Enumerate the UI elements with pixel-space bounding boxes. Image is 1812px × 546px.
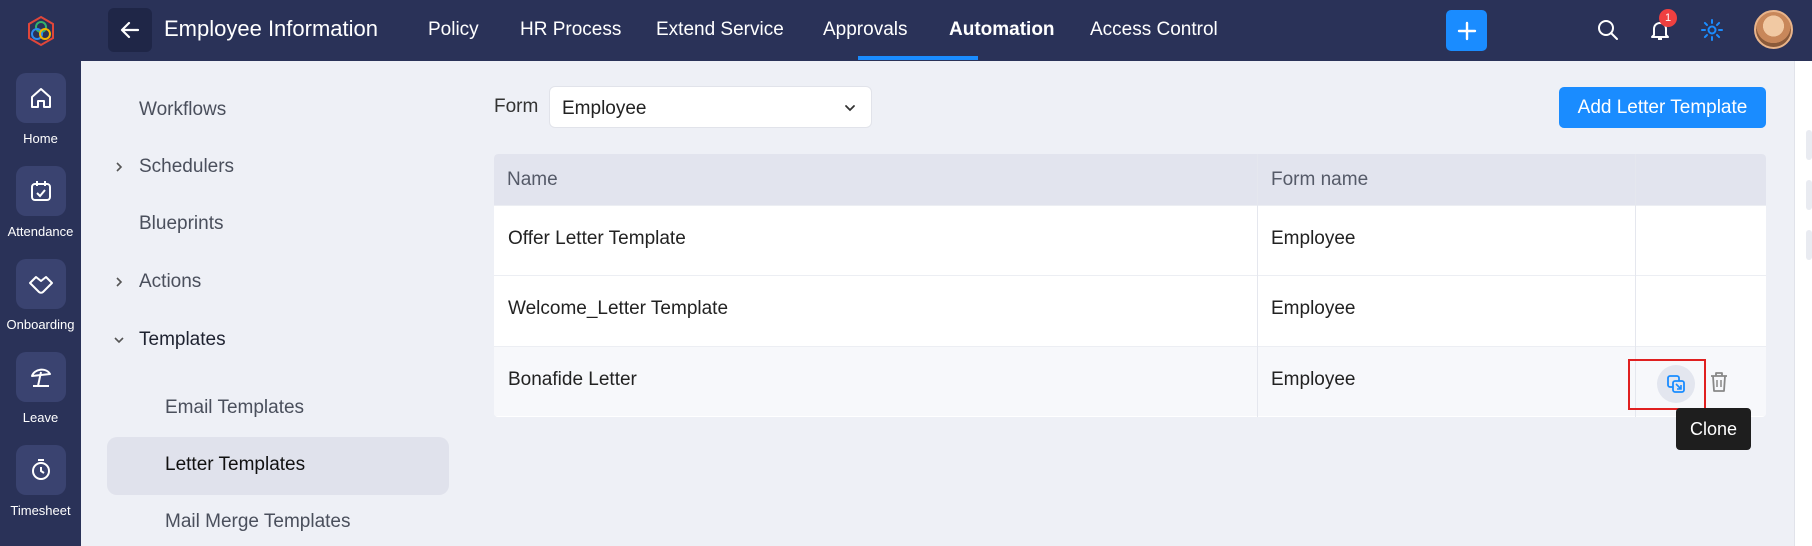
chevron-right-icon[interactable] (113, 276, 125, 288)
timer-icon (15, 445, 66, 495)
sidebar-item-schedulers[interactable]: Schedulers (139, 156, 234, 178)
logo-icon (27, 15, 54, 46)
rail-item-timesheet[interactable]: Timesheet (0, 445, 81, 518)
add-letter-template-button[interactable]: Add Letter Template (1559, 87, 1766, 128)
back-button[interactable] (108, 8, 152, 52)
sidebar-item-blueprints[interactable]: Blueprints (139, 213, 224, 235)
calendar-check-icon (15, 166, 66, 216)
tab-hr-process[interactable]: HR Process (520, 19, 621, 41)
quick-add-button[interactable] (1446, 10, 1487, 51)
rail-label: Attendance (7, 224, 74, 239)
form-filter-label: Form (494, 96, 539, 117)
sidebar-item-email-templates[interactable]: Email Templates (165, 397, 304, 419)
settings-button[interactable] (1699, 17, 1725, 43)
column-header-name: Name (507, 169, 558, 190)
cell-name: Offer Letter Template (508, 228, 686, 249)
app-rail: Home Attendance Onboarding Leave Timeshe… (0, 0, 81, 546)
sidebar-item-letter-templates[interactable]: Letter Templates (165, 454, 305, 476)
cell-form-name: Employee (1271, 298, 1356, 319)
right-panel-tab[interactable] (1806, 230, 1812, 260)
sidebar-item-workflows[interactable]: Workflows (139, 99, 226, 121)
cell-name: Bonafide Letter (508, 369, 637, 390)
trash-icon (1711, 372, 1727, 392)
sidebar-item-actions[interactable]: Actions (139, 271, 201, 293)
cell-form-name: Employee (1271, 228, 1356, 249)
handshake-icon (15, 259, 66, 309)
table-header: Name Form name (494, 154, 1766, 205)
delete-button[interactable] (1706, 368, 1732, 396)
table-row[interactable]: Bonafide Letter Employee (494, 346, 1766, 416)
table-row[interactable]: Welcome_Letter Template Employee (494, 275, 1766, 345)
tab-approvals[interactable]: Approvals (823, 19, 908, 41)
rail-label: Home (23, 131, 58, 146)
tab-automation[interactable]: Automation (949, 19, 1055, 41)
rail-label: Timesheet (10, 503, 71, 518)
home-icon (15, 73, 66, 123)
cell-form-name: Employee (1271, 369, 1356, 390)
top-bar: Employee Information Policy HR Process E… (81, 0, 1812, 61)
avatar[interactable] (1754, 10, 1793, 49)
table-row[interactable]: Offer Letter Template Employee (494, 205, 1766, 275)
clone-button[interactable] (1657, 365, 1695, 403)
arrow-left-icon (120, 21, 140, 39)
clone-tooltip: Clone (1676, 408, 1751, 450)
app-logo[interactable] (0, 0, 81, 61)
search-icon (1598, 20, 1618, 40)
tab-extend-service[interactable]: Extend Service (656, 19, 784, 41)
letter-templates-table: Name Form name Offer Letter Template Emp… (494, 154, 1766, 417)
chevron-right-icon[interactable] (113, 161, 125, 173)
rail-item-home[interactable]: Home (0, 73, 81, 146)
gear-icon (1701, 19, 1723, 41)
rail-label: Onboarding (6, 317, 75, 332)
plus-icon (1457, 21, 1476, 40)
tab-access-control[interactable]: Access Control (1090, 19, 1218, 41)
cell-name: Welcome_Letter Template (508, 298, 729, 319)
column-header-form-name: Form name (1271, 169, 1369, 190)
rail-item-leave[interactable]: Leave (0, 352, 81, 425)
form-select-value: Employee (562, 98, 647, 119)
rail-item-attendance[interactable]: Attendance (0, 166, 81, 239)
right-panel-tab[interactable] (1806, 180, 1812, 210)
search-button[interactable] (1595, 17, 1621, 43)
right-panel-tab[interactable] (1806, 130, 1812, 160)
sidebar-item-templates[interactable]: Templates (139, 329, 226, 351)
active-tab-indicator (858, 56, 978, 60)
tab-policy[interactable]: Policy (428, 19, 479, 41)
form-select[interactable]: Employee (549, 86, 872, 128)
rail-label: Leave (22, 410, 59, 425)
rail-item-onboarding[interactable]: Onboarding (0, 259, 81, 332)
chevron-down-icon[interactable] (113, 334, 125, 346)
page-title: Employee Information (164, 16, 378, 41)
sidebar-item-mail-merge-templates[interactable]: Mail Merge Templates (165, 511, 351, 533)
column-divider (1257, 154, 1258, 417)
notification-badge: 1 (1659, 9, 1677, 27)
chevron-down-icon (845, 105, 855, 112)
clone-icon (1667, 375, 1685, 393)
beach-umbrella-icon (15, 352, 66, 402)
